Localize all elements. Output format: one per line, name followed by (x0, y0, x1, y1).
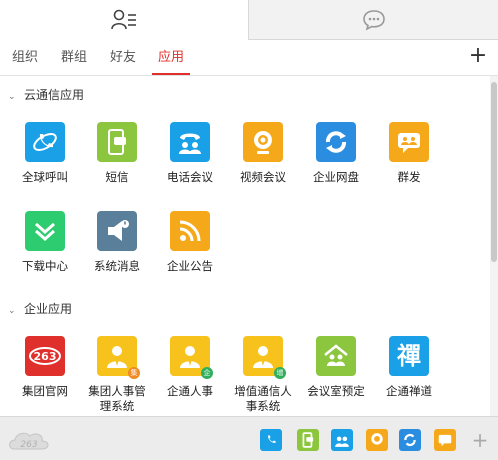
badge: 增 (274, 367, 286, 379)
quick-phone-conference-button[interactable] (331, 429, 353, 451)
video-conference-icon (243, 122, 283, 162)
app-zentao[interactable]: 禪 企通禅道 (373, 336, 445, 399)
svg-text:263: 263 (34, 350, 57, 363)
app-label: 视频会议 (240, 170, 286, 184)
section-title: 企业应用 (24, 302, 73, 316)
quick-video-conference-button[interactable] (366, 429, 388, 451)
app-video-conference[interactable]: 视频会议 (227, 122, 299, 185)
badge: 企 (201, 367, 213, 379)
phone-conference-icon (335, 436, 349, 447)
group-send-icon (389, 122, 429, 162)
scroll-thumb[interactable] (491, 82, 497, 262)
app-label: 下载中心 (22, 259, 68, 273)
tab-organization[interactable]: 组织 (12, 40, 38, 75)
app-vas-hr-system[interactable]: 增 增值通信人 事系统 (227, 336, 299, 414)
app-label: 群发 (397, 170, 421, 184)
app-label: 集团人事管 理系统 (88, 384, 146, 413)
website-263-icon: 263 (25, 336, 65, 376)
app-label: 企业网盘 (313, 170, 359, 184)
tab-groups[interactable]: 群组 (61, 40, 87, 75)
app-sms[interactable]: 短信 (81, 122, 153, 185)
app-label: 系统消息 (94, 259, 140, 273)
app-list: ⌄ 云通信应用 全球呼叫 短信 电话会议 视频会议 企业网盘 群发 下载中心 系… (0, 76, 490, 416)
app-label: 企通禅道 (386, 384, 432, 398)
app-label: 增值通信人 事系统 (234, 384, 292, 413)
263-logo: 263 (6, 425, 52, 456)
section-enterprise-apps-header[interactable]: ⌄ 企业应用 (8, 299, 72, 319)
app-download-center[interactable]: 下载中心 (9, 211, 81, 274)
app-label: 企业公告 (167, 259, 213, 273)
hr-system-icon: 集 (97, 336, 140, 379)
global-call-icon (25, 122, 65, 162)
sms-icon (302, 432, 314, 448)
app-label: 全球呼叫 (22, 170, 68, 184)
global-call-icon (268, 435, 276, 443)
app-label: 短信 (105, 170, 129, 184)
system-message-icon (97, 211, 137, 251)
section-cloud-apps-header[interactable]: ⌄ 云通信应用 (8, 85, 84, 105)
app-phone-conference[interactable]: 电话会议 (154, 122, 226, 185)
quick-cloud-drive-button[interactable] (399, 429, 421, 451)
chat-bubble-icon (362, 9, 385, 31)
add-button[interactable]: + (468, 45, 488, 67)
badge: 集 (128, 367, 140, 379)
chevron-down-icon: ⌄ (8, 306, 16, 316)
add-quick-app-button[interactable]: + (469, 428, 491, 452)
app-global-call[interactable]: 全球呼叫 (9, 122, 81, 185)
app-meeting-room[interactable]: 会议室预定 (300, 336, 372, 399)
meeting-room-icon (316, 336, 356, 376)
hr-icon: 企 (170, 336, 213, 379)
hr-vas-icon: 增 (243, 336, 286, 379)
top-tab-bar (0, 0, 498, 40)
tab-friends[interactable]: 好友 (110, 40, 136, 75)
quick-sms-button[interactable] (297, 429, 319, 451)
cloud-drive-icon (316, 122, 356, 162)
quick-global-call-button[interactable] (260, 429, 282, 451)
app-group-hr-system[interactable]: 集 集团人事管 理系统 (81, 336, 153, 414)
cloud-drive-icon (404, 433, 416, 447)
svg-text:263: 263 (20, 440, 37, 450)
app-system-message[interactable]: 系统消息 (81, 211, 153, 274)
bottom-bar: 263 + (0, 416, 498, 460)
zentao-icon: 禪 (389, 336, 429, 376)
contacts-icon (111, 9, 136, 30)
tab-contacts[interactable] (0, 0, 248, 40)
sub-tab-bar: 组织 群组 好友 应用 + (0, 40, 498, 76)
quick-group-send-button[interactable] (434, 429, 456, 451)
download-center-icon (25, 211, 65, 251)
app-label: 企通人事 (167, 384, 213, 398)
phone-conference-icon (170, 122, 210, 162)
rss-icon (170, 211, 210, 251)
app-cloud-drive[interactable]: 企业网盘 (300, 122, 372, 185)
tab-apps[interactable]: 应用 (151, 40, 191, 75)
app-label: 会议室预定 (307, 384, 365, 398)
app-group-website[interactable]: 263 集团官网 (9, 336, 81, 399)
video-conference-icon (371, 433, 383, 445)
app-label: 电话会议 (167, 170, 213, 184)
app-group-send[interactable]: 群发 (373, 122, 445, 185)
sms-icon (97, 122, 137, 162)
app-hr[interactable]: 企 企通人事 (154, 336, 226, 399)
scrollbar[interactable] (490, 76, 498, 416)
section-title: 云通信应用 (24, 88, 85, 102)
tab-chat[interactable] (248, 0, 498, 40)
group-send-icon (438, 434, 452, 447)
chevron-down-icon: ⌄ (8, 92, 16, 102)
app-announcement[interactable]: 企业公告 (154, 211, 226, 274)
app-label: 集团官网 (22, 384, 68, 398)
